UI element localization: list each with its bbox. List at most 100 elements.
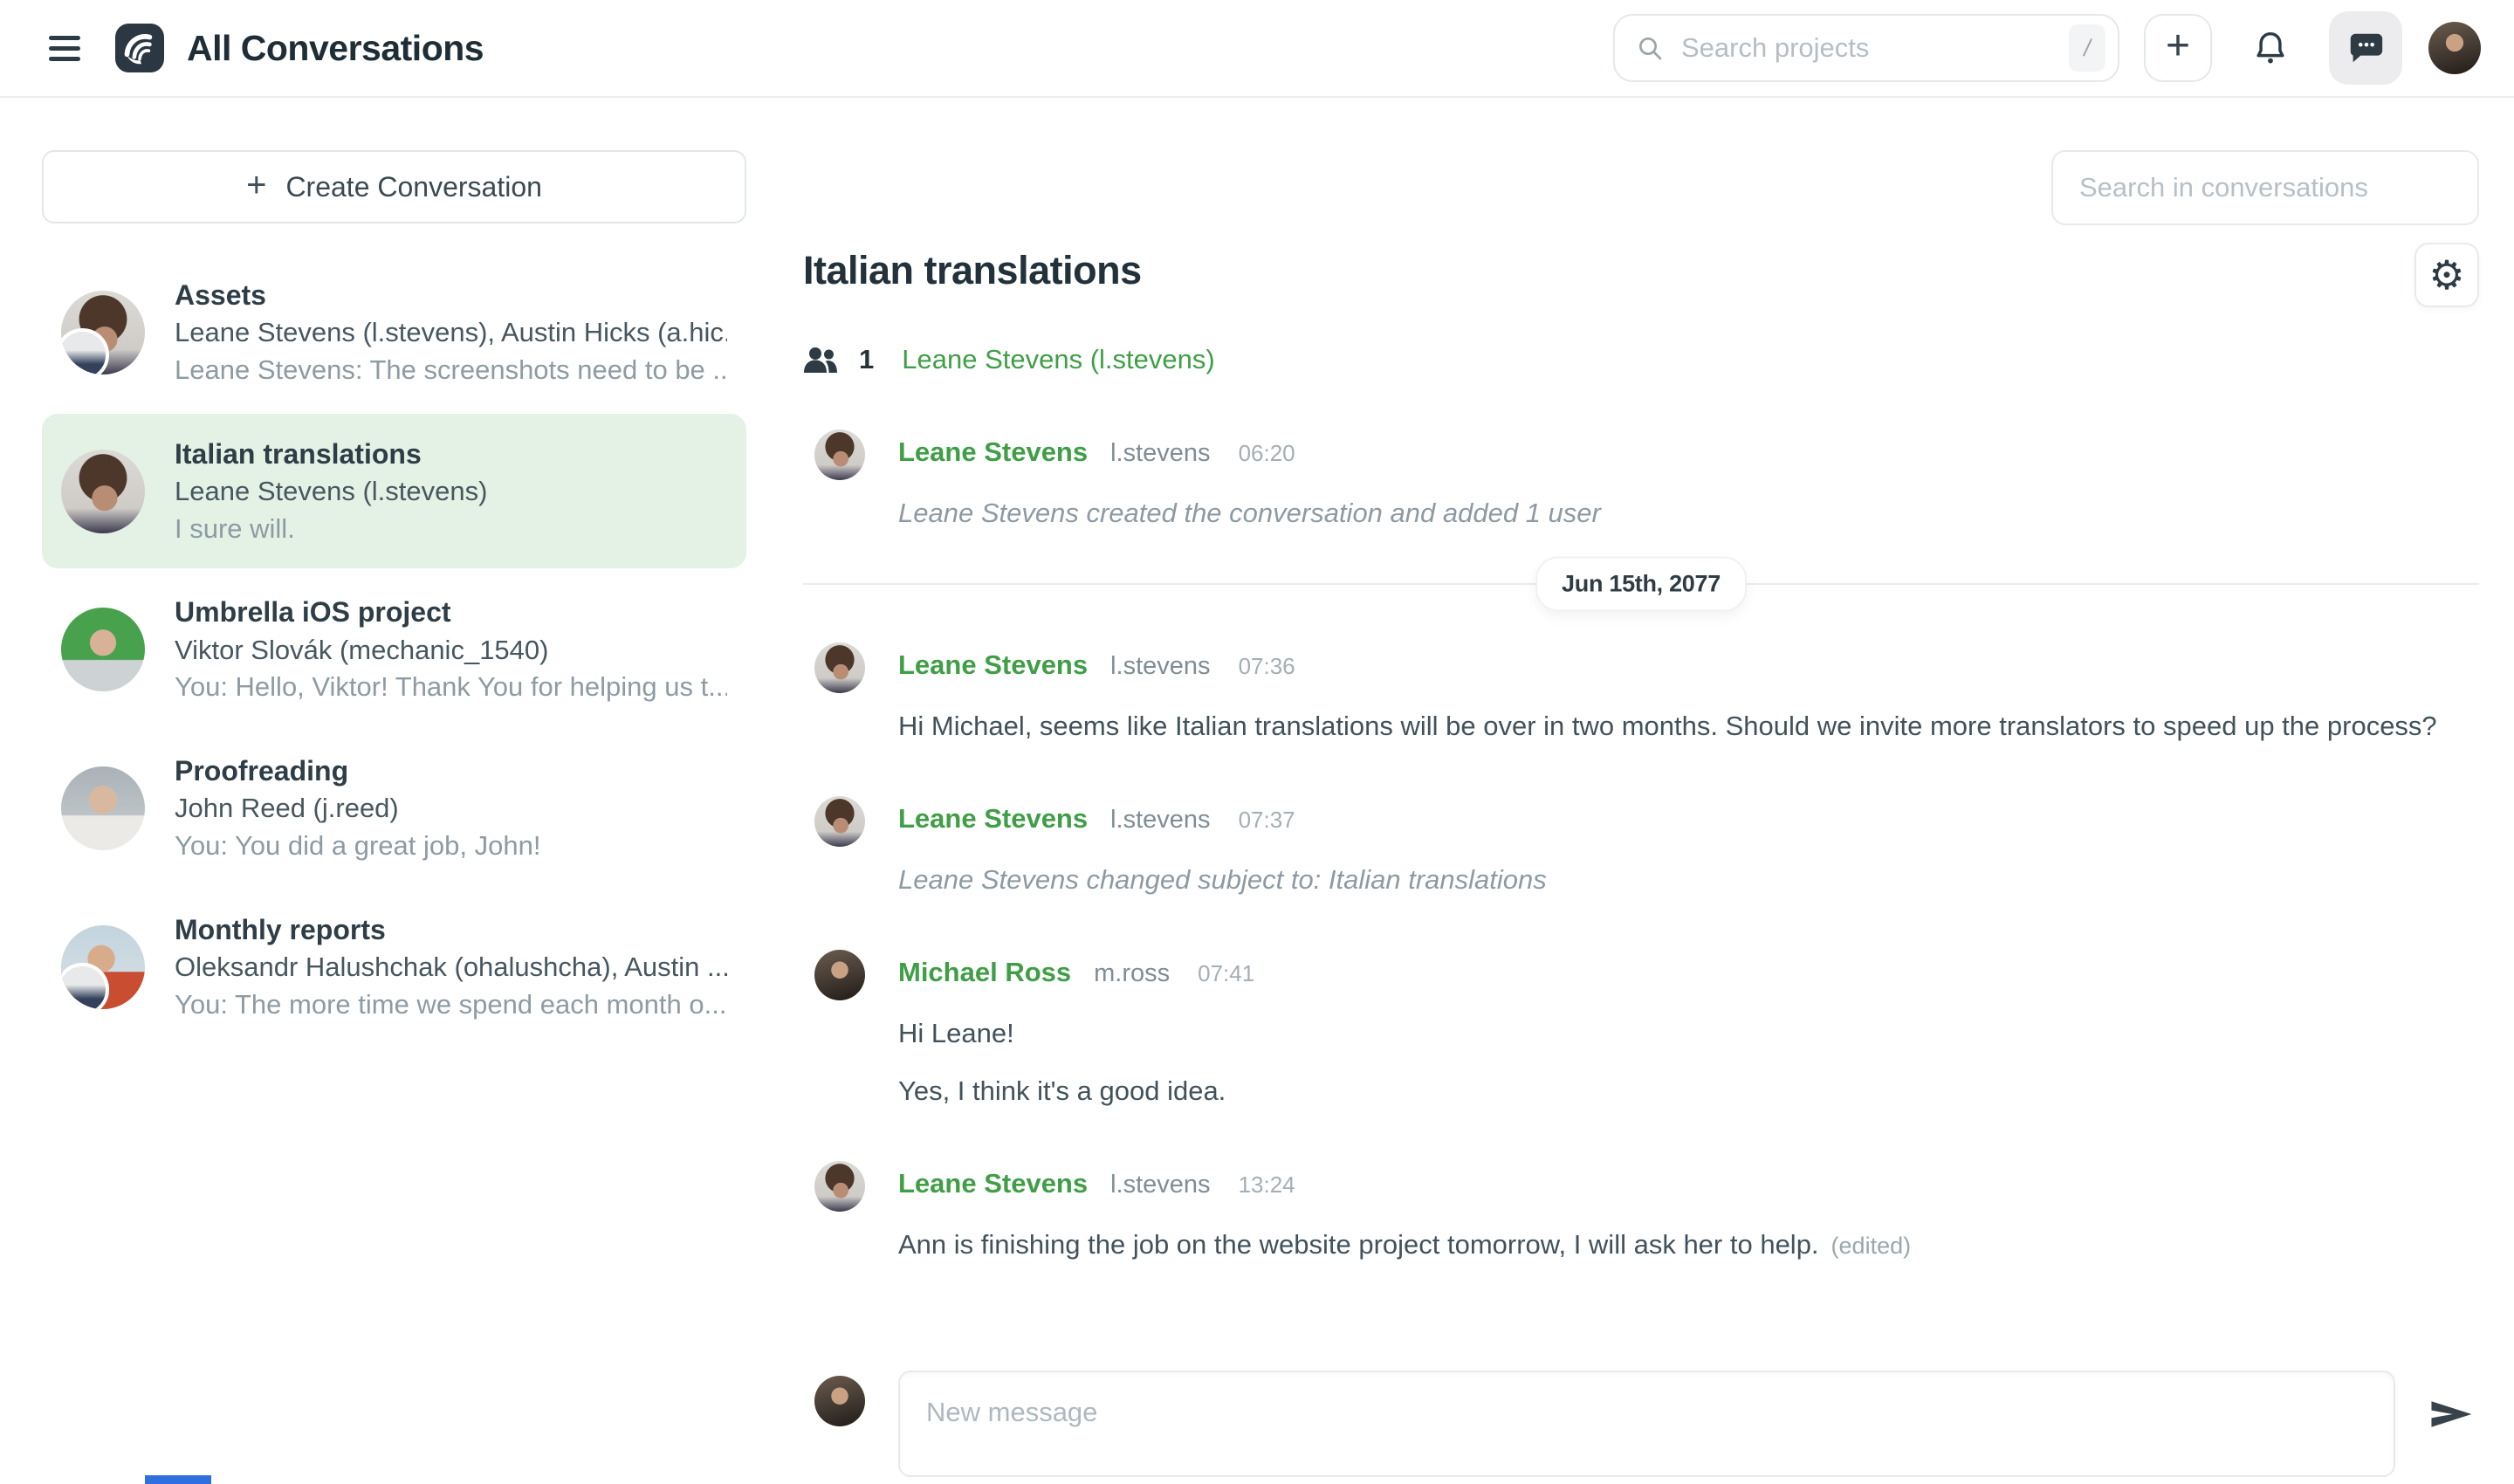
bell-icon: [2250, 28, 2291, 68]
message: Leane Stevens l.stevens 06:20 Leane Stev…: [803, 429, 2479, 532]
participants-row: 1 Leane Stevens (l.stevens): [803, 344, 2479, 375]
message-avatar: [814, 429, 865, 480]
conversation-avatar: [61, 291, 145, 374]
message-body: Hi Michael, seems like Italian translati…: [898, 707, 2479, 745]
conversation-item-title: Proofreading: [175, 752, 727, 790]
conversation-item-participants: John Reed (j.reed): [175, 790, 727, 828]
participant-link[interactable]: Leane Stevens (l.stevens): [902, 344, 1214, 375]
conversation-item-participants: Viktor Slovák (mechanic_1540): [175, 632, 727, 670]
conversation-title: Italian translations: [803, 248, 1142, 293]
message-body: Hi Leane! Yes, I think it's a good idea.: [898, 1014, 2479, 1110]
message-author-link[interactable]: Leane Stevens: [898, 649, 1088, 681]
conversation-avatar: [61, 450, 145, 533]
user-avatar[interactable]: [2428, 22, 2481, 74]
message-text: Ann is finishing the job on the website …: [898, 1226, 2479, 1264]
message-text: Leane Stevens created the conversation a…: [898, 494, 2479, 532]
conversation-avatar: [61, 608, 145, 691]
message-author-link[interactable]: Leane Stevens: [898, 1168, 1088, 1199]
date-divider-label: Jun 15th, 2077: [1535, 557, 1747, 612]
message-body: Leane Stevens created the conversation a…: [898, 494, 2479, 532]
new-message-input[interactable]: [898, 1371, 2395, 1477]
hamburger-menu-icon[interactable]: [49, 36, 80, 61]
message-avatar: [814, 950, 865, 1000]
message-text: Yes, I think it's a good idea.: [898, 1072, 2479, 1110]
conversation-list: Assets Leane Stevens (l.stevens), Austin…: [42, 255, 746, 1044]
conversation-item-last-message: You: You did a great job, John!: [175, 828, 727, 865]
plus-icon: +: [2166, 25, 2190, 67]
conversation-item-title: Monthly reports: [175, 910, 727, 949]
conversation-item-last-message: Leane Stevens: The screenshots need to b…: [175, 352, 727, 389]
conversation-panel: Italian translations ⚙ 1 Leane Stevens (…: [803, 98, 2514, 1477]
message-author-link[interactable]: Michael Ross: [898, 957, 1071, 988]
conversation-list-item[interactable]: Umbrella iOS project Viktor Slovák (mech…: [42, 572, 746, 727]
conversation-item-last-message: You: Hello, Viktor! Thank You for helpin…: [175, 669, 727, 706]
conversation-list-item[interactable]: Proofreading John Reed (j.reed) You: You…: [42, 731, 746, 886]
message-body: Leane Stevens changed subject to: Italia…: [898, 861, 2479, 899]
participants-icon: [803, 346, 838, 374]
create-conversation-label: Create Conversation: [285, 171, 541, 203]
conversation-header: Italian translations ⚙: [803, 248, 2479, 307]
search-projects-box: /: [1613, 14, 2119, 82]
conversation-item-title: Assets: [175, 276, 727, 314]
message-author-username: m.ross: [1094, 959, 1170, 988]
conversation-avatar: [61, 925, 145, 1009]
keyboard-shortcut-hint: /: [2069, 24, 2105, 72]
gear-icon: ⚙: [2428, 255, 2464, 295]
topbar: All Conversations / +: [0, 0, 2514, 98]
conversation-item-title: Italian translations: [175, 435, 727, 473]
create-new-button[interactable]: +: [2144, 14, 2212, 82]
message-author-link[interactable]: Leane Stevens: [898, 803, 1088, 835]
page-title: All Conversations: [187, 28, 484, 69]
date-divider: Jun 15th, 2077: [803, 583, 2479, 585]
notifications-button[interactable]: [2236, 14, 2304, 82]
message-author-username: l.stevens: [1110, 439, 1210, 468]
search-icon: [1636, 34, 1664, 62]
message-text: Leane Stevens changed subject to: Italia…: [898, 861, 2479, 899]
message-timestamp: 13:24: [1239, 1171, 1295, 1199]
content-area: + Create Conversation Assets Leane Steve…: [0, 98, 2514, 1477]
send-icon: [2428, 1397, 2474, 1432]
conversation-item-participants: Leane Stevens (l.stevens), Austin Hicks …: [175, 314, 727, 352]
conversation-item-last-message: I sure will.: [175, 511, 727, 548]
app-logo: [115, 24, 164, 72]
chat-bubble-icon: [2346, 28, 2386, 68]
message-text: Hi Leane!: [898, 1014, 2479, 1053]
edited-badge: (edited): [1831, 1233, 1912, 1259]
message-timestamp: 06:20: [1239, 440, 1295, 467]
bottom-left-accent-bar: [145, 1475, 211, 1484]
conversation-item-participants: Oleksandr Halushchak (ohalushcha), Austi…: [175, 949, 727, 986]
composer: [803, 1371, 2479, 1477]
conversation-list-item[interactable]: Monthly reports Oleksandr Halushchak (oh…: [42, 890, 746, 1045]
message-avatar: [814, 1161, 865, 1212]
message-text: Hi Michael, seems like Italian translati…: [898, 707, 2479, 745]
message-author-username: l.stevens: [1110, 652, 1210, 681]
message: Leane Stevens l.stevens 07:37 Leane Stev…: [803, 796, 2479, 899]
search-projects-input[interactable]: [1681, 32, 2069, 64]
message-avatar: [814, 642, 865, 693]
message: Leane Stevens l.stevens 07:36 Hi Michael…: [803, 642, 2479, 745]
message-body: Ann is finishing the job on the website …: [898, 1226, 2479, 1264]
message-avatar: [814, 796, 865, 847]
message-timestamp: 07:37: [1239, 807, 1295, 834]
composer-user-avatar: [814, 1376, 865, 1426]
message-timestamp: 07:41: [1198, 960, 1254, 987]
conversation-item-participants: Leane Stevens (l.stevens): [175, 473, 727, 511]
message-author-username: l.stevens: [1110, 1171, 1210, 1199]
plus-icon: +: [246, 166, 266, 205]
conversation-item-title: Umbrella iOS project: [175, 593, 727, 631]
participants-count: 1: [859, 344, 874, 375]
conversation-settings-button[interactable]: ⚙: [2414, 243, 2479, 307]
message-author-link[interactable]: Leane Stevens: [898, 436, 1088, 468]
message-timeline: Leane Stevens l.stevens 06:20 Leane Stev…: [803, 429, 2479, 1315]
message: Leane Stevens l.stevens 13:24 Ann is fin…: [803, 1161, 2479, 1264]
conversation-list-item[interactable]: Assets Leane Stevens (l.stevens), Austin…: [42, 255, 746, 410]
conversation-list-item[interactable]: Italian translations Leane Stevens (l.st…: [42, 414, 746, 569]
message: Michael Ross m.ross 07:41 Hi Leane! Yes, …: [803, 950, 2479, 1110]
conversations-button-active[interactable]: [2329, 11, 2402, 85]
message-timestamp: 07:36: [1239, 653, 1295, 680]
conversation-item-last-message: You: The more time we spend each month o…: [175, 986, 727, 1024]
message-author-username: l.stevens: [1110, 806, 1210, 835]
create-conversation-button[interactable]: + Create Conversation: [42, 150, 746, 223]
search-in-conversations-input[interactable]: [2051, 150, 2479, 225]
send-message-button[interactable]: [2428, 1397, 2474, 1434]
